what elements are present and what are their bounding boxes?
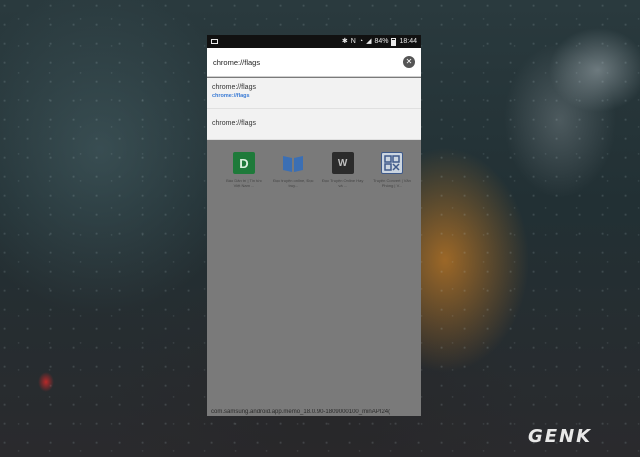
suggestion-list: chrome://flags chrome://flags chrome://f… <box>207 78 421 140</box>
signal-icon: ◢ <box>366 38 372 45</box>
dantri-icon: D <box>233 152 255 174</box>
app-package-text: com.samsung.android.app.memo_18.0.90-180… <box>211 409 391 415</box>
url-input[interactable] <box>213 57 403 67</box>
tile-label: Đọc truyện online, Đọc truy... <box>273 178 314 188</box>
alarm-icon: ✱ <box>341 38 348 45</box>
book-icon <box>282 152 304 174</box>
suggestion-title: chrome://flags <box>212 84 256 91</box>
red-light-glow <box>38 372 54 392</box>
suggestion-item[interactable]: chrome://flags <box>207 109 421 140</box>
tile-truyen-convert[interactable]: Truyện Convert | Văn Phòng | V... <box>371 152 413 202</box>
tile-label: Truyện Convert | Văn Phòng | V... <box>373 178 411 188</box>
status-bar: ✱ N ◔ ◢ 84% 18:44 <box>207 35 421 48</box>
suggestion-url: chrome://flags <box>212 93 250 99</box>
tile-doc-truyen[interactable]: W Đọc Truyện Online Hay và ... <box>322 152 364 202</box>
gallery-notification-icon <box>211 39 218 44</box>
genk-logo: GENK <box>528 426 593 447</box>
most-visited-tiles: D Báo Dân trí | Tin tức Việt Nam ... Đọc… <box>223 152 413 202</box>
suggestion-title: chrome://flags <box>212 120 256 127</box>
w-letter-icon: W <box>331 152 354 174</box>
tile-label: Đọc Truyện Online Hay và ... <box>321 178 364 188</box>
wifi-icon: ◔ <box>358 38 364 45</box>
nfc-icon: N <box>350 38 356 45</box>
phone-screen: ✱ N ◔ ◢ 84% 18:44 ✕ chrome://flags chrom… <box>207 35 421 416</box>
battery-percent: 84% <box>374 38 389 45</box>
suggestion-item[interactable]: chrome://flags chrome://flags <box>207 78 421 109</box>
tile-dantri[interactable]: D Báo Dân trí | Tin tức Việt Nam ... <box>223 152 265 202</box>
clear-icon[interactable]: ✕ <box>403 56 415 68</box>
clock: 18:44 <box>399 38 417 45</box>
tile-label: Báo Dân trí | Tin tức Việt Nam ... <box>226 178 262 188</box>
calligraphy-icon <box>380 152 403 174</box>
battery-icon <box>391 37 397 46</box>
tile-truyen-online[interactable]: Đọc truyện online, Đọc truy... <box>272 152 314 202</box>
address-bar: ✕ <box>207 48 421 77</box>
